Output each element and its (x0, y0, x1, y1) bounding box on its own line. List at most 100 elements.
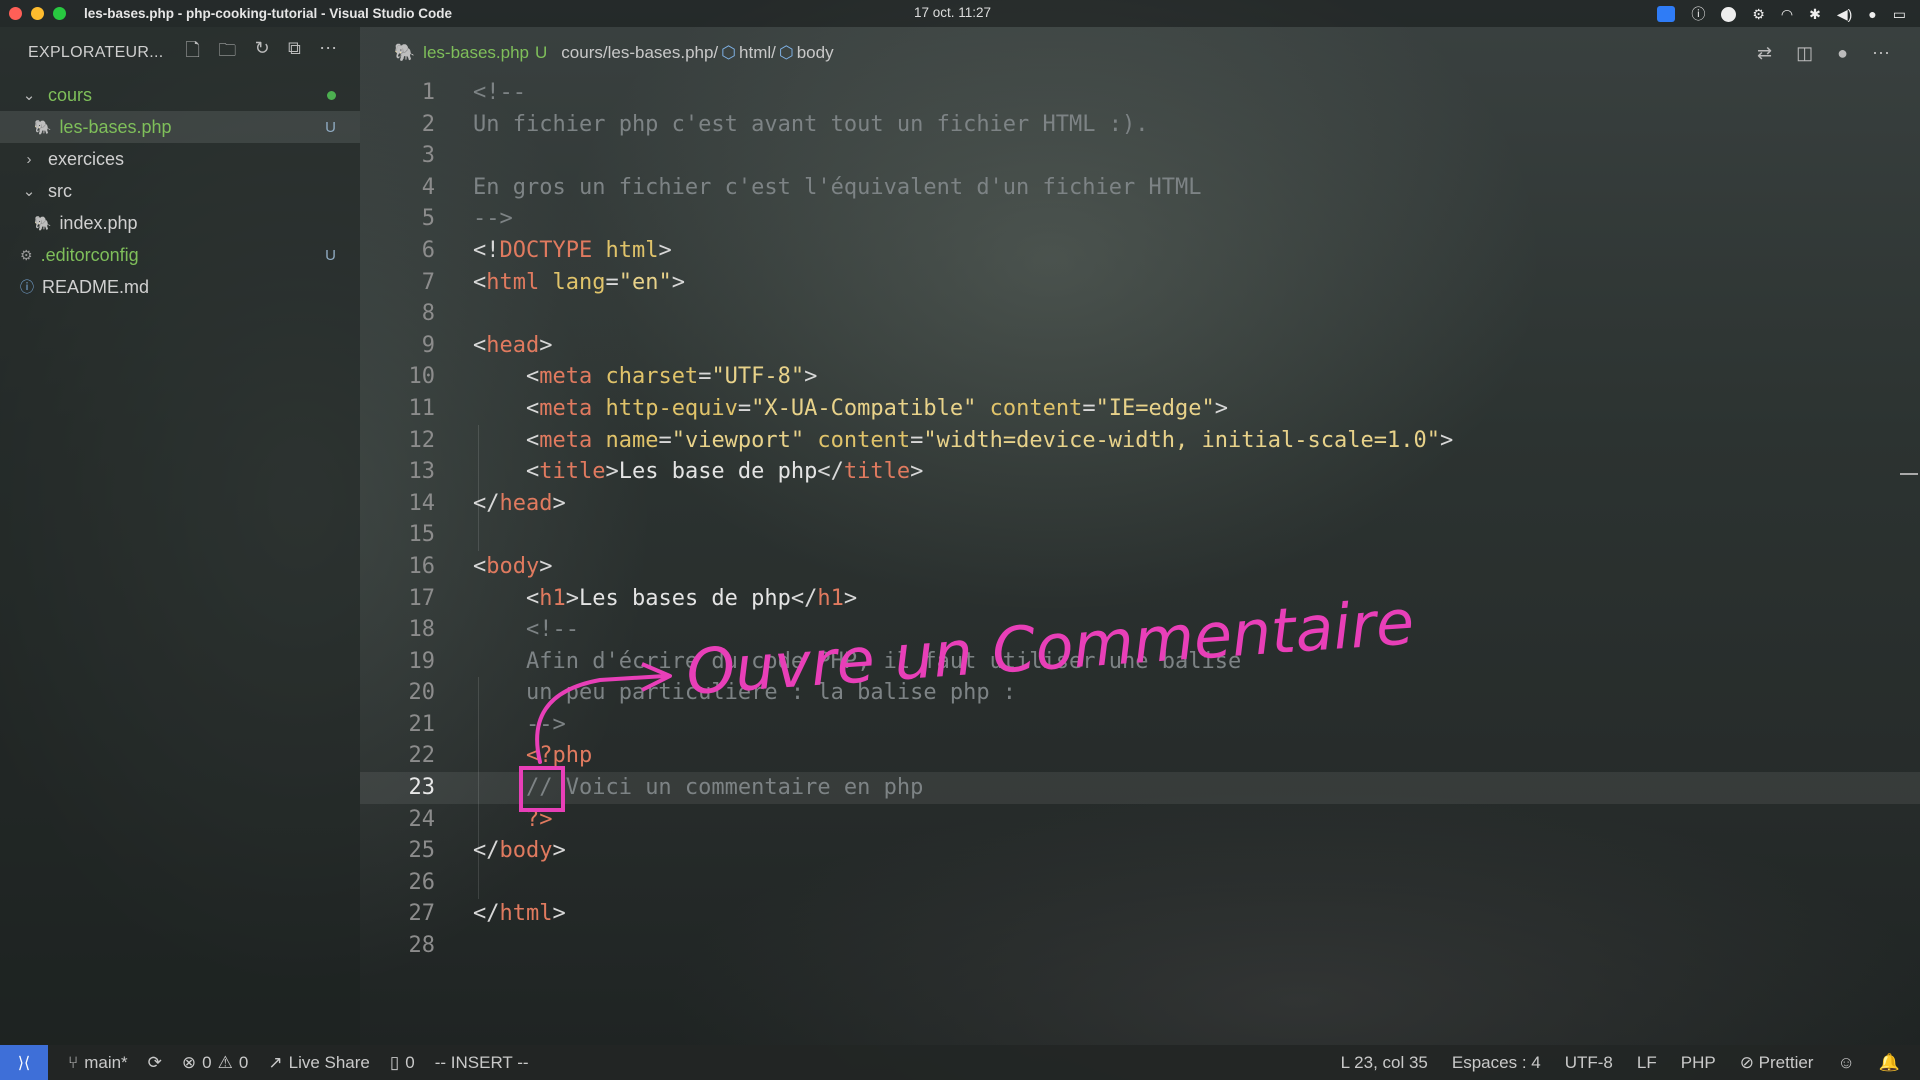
breadcrumb-file[interactable]: les-bases.php (423, 43, 529, 63)
vim-mode-label: -- INSERT -- (434, 1052, 529, 1072)
tree-item[interactable]: › exercices (0, 143, 360, 175)
microphone-icon[interactable]: ● (1868, 6, 1876, 22)
live-share-label: Live Share (288, 1052, 370, 1072)
end-of-line[interactable]: LF (1637, 1053, 1657, 1073)
breadcrumb-body[interactable]: body (797, 43, 834, 63)
ports-icon: ▯ (389, 1052, 400, 1072)
code-line: 22 <?php (408, 743, 593, 769)
info-icon: ⓘ (20, 279, 34, 295)
gear-icon: ⚙ (20, 246, 33, 263)
file-tree: ⌄ cours 🐘 les-bases.php U › exercices ⌄ src 🐘 inde… (0, 79, 360, 303)
new-folder-icon[interactable]: 🗀 (218, 38, 236, 68)
minimize-window-button[interactable] (31, 7, 44, 20)
code-line: 27 </html> (408, 901, 566, 927)
tree-item[interactable]: 🐘 les-bases.php U (0, 111, 360, 143)
cursor-position[interactable]: L 23, col 35 (1341, 1053, 1428, 1073)
tree-item-label: src (48, 180, 72, 201)
breadcrumb-file-status: U (535, 43, 548, 62)
tree-item[interactable]: ⌄ cours (0, 79, 360, 111)
code-line: 4 En gros un fichier c'est l'équivalent d… (421, 174, 1202, 200)
editor-actions: ⇄ ◫ ● ⋯ (1757, 43, 1890, 64)
code-line: 10 <meta charset="UTF-8"> (408, 364, 818, 390)
encoding[interactable]: UTF-8 (1565, 1053, 1613, 1073)
battery-icon[interactable]: ▭ (1893, 6, 1906, 23)
prettier-status[interactable]: ⊘ Prettier (1740, 1053, 1814, 1073)
editor-pane: 🐘 les-bases.php U cours/les-bases.php/ ⬡… (360, 27, 1920, 1045)
tree-item-label: les-bases.php (59, 116, 172, 137)
code-line: 6 <!DOCTYPE html> (421, 237, 672, 263)
breadcrumb-html[interactable]: html/ (739, 43, 776, 63)
code-editor[interactable]: 1 <!-- 2 Un fichier php c'est avant tout u… (360, 77, 1920, 962)
close-window-button[interactable] (9, 7, 22, 20)
code-line: 25 </body> (408, 838, 566, 864)
app-status-icon[interactable] (1721, 6, 1737, 22)
code-line: 5 --> (421, 206, 513, 232)
code-line: 14 </head> (408, 490, 566, 516)
code-line: 16 <body> (408, 553, 553, 579)
bluetooth-icon[interactable]: ✱ (1809, 6, 1821, 23)
sync-button[interactable]: ⟳ (148, 1053, 162, 1073)
tree-item[interactable]: 🐘 index.php (0, 207, 360, 239)
chevron-right-icon: › (26, 150, 32, 168)
error-count: 0 (202, 1052, 212, 1072)
volume-icon[interactable]: ◀) (1837, 6, 1852, 23)
more-actions-icon[interactable]: ⋯ (1872, 43, 1890, 64)
code-line: 3 (421, 143, 435, 169)
code-line: 18 <!-- (408, 617, 579, 643)
split-editor-icon[interactable]: ◫ (1796, 43, 1813, 64)
prettier-label: Prettier (1758, 1052, 1814, 1072)
warning-icon: ⚠ (217, 1052, 233, 1072)
live-share-icon: ↗ (268, 1052, 283, 1072)
branch-label: main* (84, 1052, 128, 1072)
problems-status[interactable]: ⊗ 0 ⚠ 0 (182, 1053, 248, 1073)
feedback-icon[interactable]: ☺ (1837, 1053, 1854, 1073)
tree-item-label: index.php (59, 212, 138, 233)
explorer-header: EXPLORATEUR... 🗋 🗀 ↻ ⧉ ⋯ (0, 27, 360, 79)
chevron-down-icon: ⌄ (22, 87, 36, 104)
code-line-current: 23 // Voici un commentaire en php (360, 772, 1920, 804)
code-line: 12 <meta name="viewport" content="width=… (408, 427, 1454, 453)
info-icon[interactable]: ⓘ (1691, 4, 1705, 24)
modified-dot-icon (327, 90, 336, 100)
code-line: 7 <html lang="en"> (421, 269, 685, 295)
symbol-icon: ⬡ (778, 43, 794, 62)
tree-item[interactable]: ⓘ README.md (0, 271, 360, 303)
notifications-icon[interactable]: 🔔 (1879, 1053, 1900, 1073)
collapse-all-icon[interactable]: ⧉ (288, 38, 301, 68)
more-actions-icon[interactable]: ⋯ (319, 38, 337, 68)
breadcrumb-path[interactable]: cours/les-bases.php/ (561, 43, 718, 63)
compare-changes-icon[interactable]: ⇄ (1757, 43, 1772, 64)
clock: 17 oct. 11:27 (914, 5, 992, 20)
code-line: 11 <meta http-equiv="X-UA-Compatible" co… (408, 395, 1229, 421)
zoom-icon[interactable] (1657, 6, 1676, 22)
tree-item[interactable]: ⌄ src (0, 175, 360, 207)
tree-item-label: README.md (42, 276, 150, 297)
code-line: 13 <title>Les base de php</title> (408, 459, 924, 485)
code-line: 28 (408, 933, 436, 959)
code-line: 9 <head> (421, 332, 553, 358)
branch-status[interactable]: ⑂ main* (68, 1053, 128, 1073)
scroll-position-marker (1900, 473, 1918, 475)
php-file-icon: 🐘 (394, 43, 416, 62)
indentation[interactable]: Espaces : 4 (1452, 1053, 1541, 1073)
explorer-title: EXPLORATEUR... (28, 44, 164, 61)
ports-status[interactable]: ▯ 0 (390, 1053, 415, 1073)
language-mode[interactable]: PHP (1681, 1053, 1716, 1073)
refresh-icon[interactable]: ↻ (255, 38, 270, 68)
unsaved-dot-icon[interactable]: ● (1837, 43, 1848, 64)
tree-item-label: exercices (48, 148, 125, 169)
code-line: 24 ?> (408, 806, 553, 832)
code-line: 20 un peu particulière : la balise php : (408, 680, 1017, 706)
remote-indicator-icon[interactable]: ⟩⟨ (0, 1045, 48, 1080)
untracked-badge: U (325, 118, 336, 136)
settings-icon[interactable]: ⚙ (1752, 6, 1765, 23)
breadcrumb: 🐘 les-bases.php U cours/les-bases.php/ ⬡… (360, 27, 1920, 79)
tree-item[interactable]: ⚙ .editorconfig U (0, 239, 360, 271)
wifi-icon[interactable]: ◠ (1781, 6, 1793, 23)
ports-count: 0 (405, 1052, 415, 1072)
new-file-icon[interactable]: 🗋 (186, 38, 201, 68)
chevron-down-icon: ⌄ (22, 183, 36, 200)
maximize-window-button[interactable] (53, 7, 66, 20)
status-bar: ⟩⟨ ⑂ main* ⟳ ⊗ 0 ⚠ 0 ↗ Live Share ▯ 0 --… (0, 1045, 1920, 1080)
live-share-button[interactable]: ↗ Live Share (268, 1053, 370, 1073)
